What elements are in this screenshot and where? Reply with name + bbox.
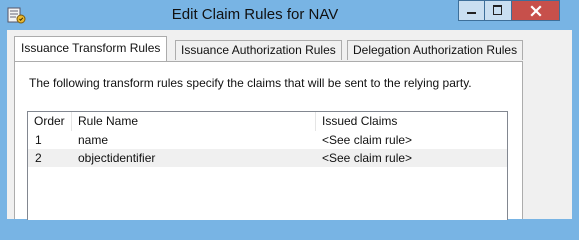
- rule-order: 2: [35, 151, 42, 165]
- rule-name: objectidentifier: [78, 151, 156, 165]
- minimize-icon: [467, 12, 476, 14]
- maximize-button[interactable]: [485, 0, 512, 21]
- tab-delegation-authorization-rules[interactable]: Delegation Authorization Rules: [347, 40, 524, 60]
- rule-order: 1: [35, 133, 42, 147]
- rule-issued-claims: <See claim rule>: [322, 151, 413, 165]
- dialog-body: Issuance Transform Rules Issuance Author…: [7, 30, 572, 220]
- table-row[interactable]: 2 objectidentifier <See claim rule>: [28, 149, 507, 167]
- tab-panel: The following transform rules specify th…: [14, 61, 523, 220]
- tab-issuance-authorization-rules[interactable]: Issuance Authorization Rules: [175, 40, 342, 60]
- column-header-issued-claims[interactable]: Issued Claims: [316, 112, 507, 131]
- close-icon: [529, 4, 543, 23]
- rule-issued-claims: <See claim rule>: [322, 133, 413, 147]
- column-header-rule-name[interactable]: Rule Name: [72, 112, 316, 131]
- window-title: Edit Claim Rules for NAV: [171, 6, 339, 23]
- panel-description: The following transform rules specify th…: [29, 76, 472, 90]
- close-button[interactable]: [512, 0, 560, 21]
- maximize-icon: [493, 5, 502, 15]
- tab-issuance-transform-rules[interactable]: Issuance Transform Rules: [14, 36, 168, 61]
- rule-name: name: [78, 133, 109, 147]
- minimize-button[interactable]: [458, 0, 485, 21]
- list-header: Order Rule Name Issued Claims: [28, 112, 507, 131]
- table-row[interactable]: 1 name <See claim rule>: [28, 131, 507, 149]
- rules-list[interactable]: Order Rule Name Issued Claims 1 name <Se…: [27, 111, 508, 220]
- column-header-order[interactable]: Order: [28, 112, 72, 131]
- title-bar[interactable]: Edit Claim Rules for NAV: [0, 0, 579, 30]
